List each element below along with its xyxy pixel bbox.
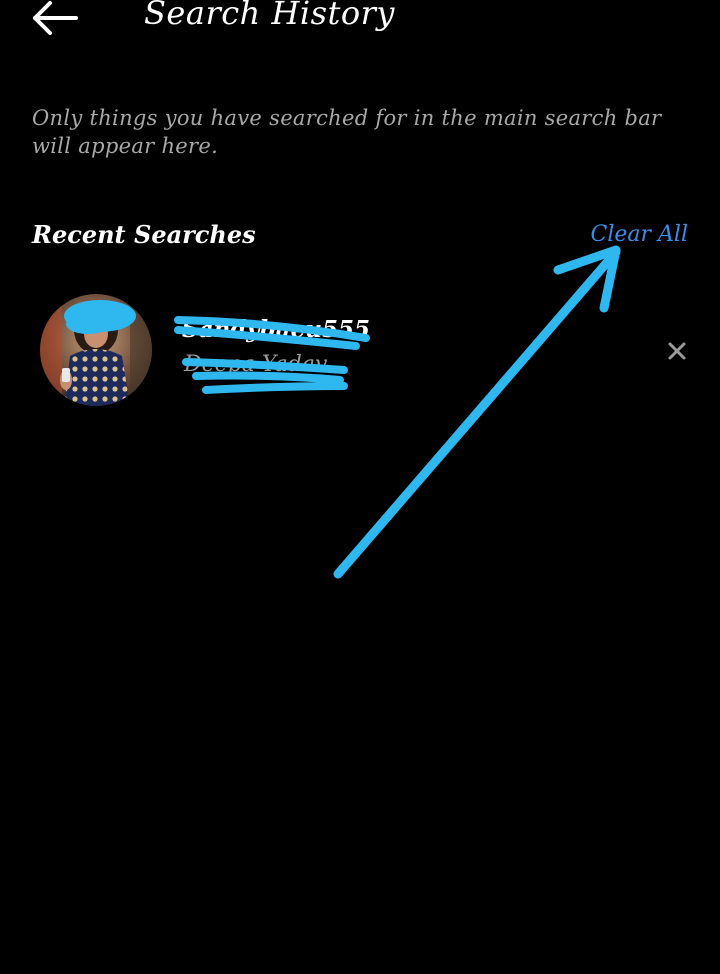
top-bar: Search History [0, 0, 720, 44]
close-icon [668, 342, 686, 360]
page-title: Search History [144, 0, 395, 32]
arrow-left-icon [33, 1, 78, 35]
remove-search-button[interactable] [662, 336, 692, 366]
back-button[interactable] [28, 0, 84, 36]
search-history-info: Only things you have searched for in the… [32, 106, 662, 158]
list-item[interactable]: Sandybaeu555 Deepa Yadav [0, 290, 720, 410]
avatar [40, 294, 152, 406]
clear-all-button[interactable]: Clear All [591, 222, 688, 247]
result-full-name: Deepa Yadav [184, 352, 328, 377]
result-username: Sandybaeu555 [182, 316, 371, 343]
recent-searches-heading: Recent Searches [32, 220, 256, 249]
